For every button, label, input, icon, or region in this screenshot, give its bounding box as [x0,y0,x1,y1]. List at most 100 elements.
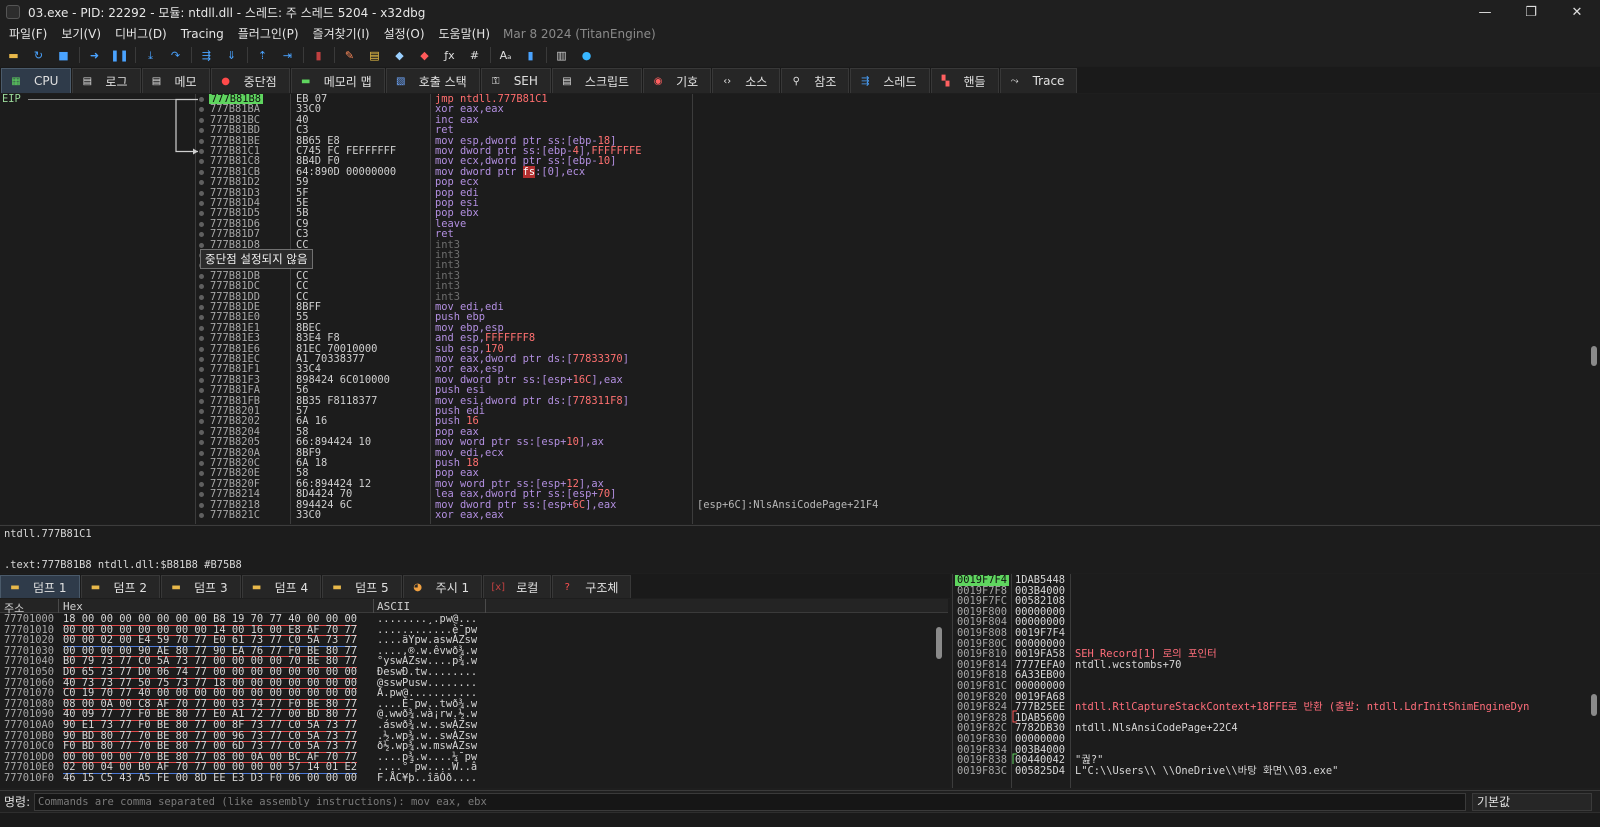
breakpoint-dot[interactable] [199,232,204,238]
globe-button[interactable]: ● [577,46,596,64]
dump-tab[interactable]: ▬ 덤프 4 [241,575,322,598]
tab-seh[interactable]: ⚿ SEH [480,68,551,93]
dump-scrollbar[interactable] [934,613,944,788]
breakpoint-dot[interactable] [199,190,204,196]
breakpoint-dot[interactable] [199,242,204,248]
breakpoint-dot[interactable] [199,128,204,134]
menu-view[interactable]: 보기(V) [54,24,108,44]
calls-button[interactable]: ▮ [521,46,540,64]
breakpoint-dot[interactable] [199,149,204,154]
trace-into-button[interactable]: ⇶ [197,46,216,64]
menu-file[interactable]: 파일(F) [2,24,54,44]
breakpoint-dot[interactable] [199,429,204,435]
restart-button[interactable]: ↻ [29,46,48,64]
breakpoint-dot[interactable] [199,398,204,404]
step-into-button[interactable]: ⤓ [141,46,160,64]
stack-view[interactable]: 0019F7F4 1DAB5448 0019F7F8 003B4000 0019F7FC… [952,574,1600,788]
dump-row[interactable]: 777010F0 46 15 C5 43 A5 FE 00 8D EE E3 D3… [0,773,930,784]
log-button[interactable]: ▥ [552,46,571,64]
dump-row[interactable]: 77701050 D0 65 73 77 D0 06 74 77 00 00 00… [0,667,930,679]
strings-button[interactable]: Aₐ [496,46,515,64]
dump-tab[interactable]: ▬ 덤프 1 [0,575,80,598]
scroll-thumb[interactable] [1591,694,1597,716]
breakpoint-dot[interactable] [199,211,204,217]
breakpoint-dot[interactable] [199,502,204,508]
breakpoint-dot[interactable] [199,471,204,477]
tab-trace[interactable]: ⤳ Trace [999,68,1078,93]
breakpoint-dot[interactable] [199,419,204,425]
stack-row[interactable]: 0019F808 0019F7F4 [953,628,1587,639]
tab-log[interactable]: ▤ 로그 [72,68,141,93]
stack-row[interactable]: 0019F7F4 1DAB5448 [953,575,1587,586]
stack-scrollbar[interactable] [1588,574,1600,788]
breakpoint-dot[interactable] [199,450,204,456]
breakpoint-dot[interactable] [199,97,204,102]
menu-plugins[interactable]: 플러그인(P) [231,24,306,44]
stack-row[interactable]: 0019F81C 00000000 [953,681,1587,692]
execute-till-return-button[interactable]: ⇡ [253,46,272,64]
comment-button[interactable]: ▤ [365,46,384,64]
stack-row[interactable]: 0019F83C 005825D4 L"C:\\Users\\ \\OneDrive… [953,766,1587,777]
menu-tracing[interactable]: Tracing [174,24,231,44]
run-button[interactable]: ➜ [85,46,104,64]
dump-tab[interactable]: ▬ 덤프 5 [322,575,402,598]
breakpoint-dot[interactable] [199,284,204,290]
breakpoint-dot[interactable] [199,346,204,352]
run-to-user-code-button[interactable]: ⇥ [278,46,297,64]
menu-debug[interactable]: 디버그(D) [108,24,174,44]
breakpoint-dot[interactable] [199,325,204,331]
breakpoint-dot[interactable] [199,481,204,487]
tab-breakpoint[interactable]: ● 중단점 [210,68,290,93]
command-mode-select[interactable]: 기본값 [1472,792,1592,811]
breakpoint-dot[interactable] [199,294,204,300]
tab-script[interactable]: ▤ 스크립트 [551,68,643,93]
tab-references[interactable]: ⚲ 참조 [781,68,850,93]
dump-tab[interactable]: [x] 로컬 [483,575,552,598]
breakpoint-dot[interactable] [199,305,204,310]
dump-header-ascii[interactable]: ASCII [377,600,410,613]
breakpoint-dot[interactable] [199,492,204,498]
command-input[interactable] [34,792,1466,811]
minimize-button[interactable]: — [1462,0,1508,24]
dump-row[interactable]: 777010A0 90 E1 73 77 F0 BE 80 77 00 8F 73… [0,720,930,732]
dump-view[interactable]: 주소 Hex ASCII 77701000 18 00 00 00 00 00 0… [0,599,950,788]
trace-over-button[interactable]: ⇓ [222,46,241,64]
tab-call-stack[interactable]: ▧ 호출 스택 [385,68,480,93]
menu-favourites[interactable]: 즐겨찾기(I) [306,24,377,44]
dump-row[interactable]: 77701000 18 00 00 00 00 00 00 00 B8 19 70… [0,614,930,626]
breakpoint-dot[interactable] [199,461,204,466]
tab-notes[interactable]: ▤ 메모 [141,68,210,93]
stack-row[interactable]: 0019F830 00000000 [953,734,1587,745]
stop-button[interactable]: ■ [54,46,73,64]
menu-options[interactable]: 설정(O) [377,24,432,44]
close-button[interactable]: ✕ [1554,0,1600,24]
breakpoint-dot[interactable] [199,388,204,394]
scroll-thumb[interactable] [936,627,942,659]
breakpoint-dot[interactable] [199,273,204,279]
tab-memory-map[interactable]: ▬ 메모리 맵 [290,68,385,93]
breakpoint-dot[interactable] [199,221,204,227]
breakpoint-dot[interactable] [199,440,204,446]
dump-tab[interactable]: ▬ 덤프 3 [161,575,241,598]
menu-help[interactable]: 도움말(H) [432,24,498,44]
breakpoint-dot[interactable] [199,159,204,165]
dump-header-hex[interactable]: Hex [63,600,83,613]
breakpoint-dot[interactable] [199,201,204,206]
breakpoint-dot[interactable] [199,138,204,144]
disassembly-scrollbar[interactable] [1588,94,1600,524]
tab-threads[interactable]: ⇶ 스레드 [850,68,930,93]
dump-tab[interactable]: ◕ 주시 1 [402,575,483,598]
breakpoint-dot[interactable] [199,336,204,342]
breakpoint-dot[interactable] [199,107,204,113]
breakpoint-dot[interactable] [199,180,204,186]
tab-symbols[interactable]: ◉ 기호 [643,68,712,93]
breakpoint-dot[interactable] [199,409,204,414]
scroll-thumb[interactable] [1591,346,1597,366]
dump-tab[interactable]: ? 구조체 [552,575,632,598]
hash-button[interactable]: # [465,46,484,64]
disassembly-row[interactable]: 777B821C 33C0 xor eax,eax [0,510,1585,520]
breakpoint-dot[interactable] [199,367,204,373]
breakpoint-dot[interactable] [199,513,204,518]
breakpoint-dot[interactable] [199,357,204,362]
breakpoint-dot[interactable] [199,315,204,321]
